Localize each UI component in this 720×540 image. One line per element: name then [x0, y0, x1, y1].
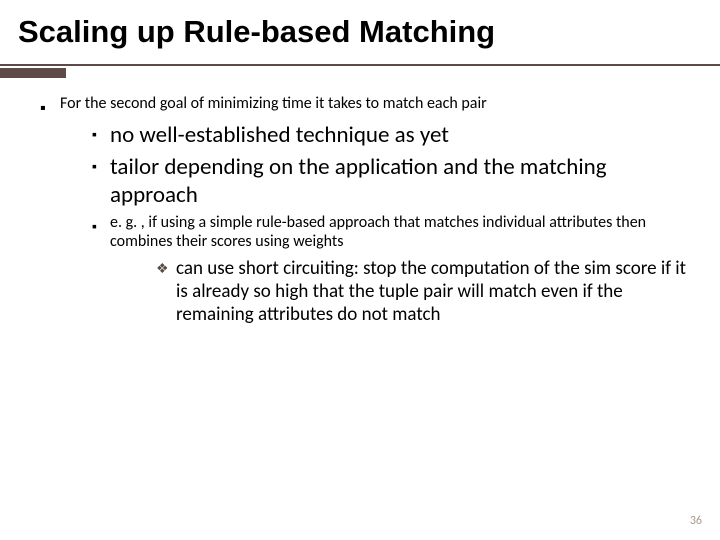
square-bullet-icon: ▪: [40, 94, 60, 334]
list-item-text: e. g. , if using a simple rule-based app…: [110, 213, 646, 251]
diamond-bullet-icon: ❖: [156, 257, 176, 326]
square-bullet-icon: ▪: [92, 121, 110, 149]
list-item: ❖ can use short circuiting: stop the com…: [156, 257, 690, 326]
level2-list: ▪ no well-established technique as yet ▪…: [60, 121, 690, 330]
list-item: ▪ no well-established technique as yet: [92, 121, 690, 149]
level1-list: ▪ For the second goal of minimizing time…: [40, 94, 690, 334]
square-bullet-icon: ▪: [92, 153, 110, 209]
slide-title: Scaling up Rule-based Matching: [0, 0, 720, 58]
page-number: 36: [690, 514, 702, 528]
rule-accent: [0, 68, 66, 78]
content-area: ▪ For the second goal of minimizing time…: [0, 76, 720, 334]
rule-line: [0, 64, 720, 66]
slide: Scaling up Rule-based Matching ▪ For the…: [0, 0, 720, 540]
list-item: ▪ e. g. , if using a simple rule-based a…: [92, 213, 690, 330]
square-bullet-icon: ▪: [92, 213, 110, 330]
title-rule: [0, 58, 720, 76]
level3-list: ❖ can use short circuiting: stop the com…: [110, 257, 690, 326]
list-item: ▪ tailor depending on the application an…: [92, 153, 690, 209]
list-item-text: no well-established technique as yet: [110, 121, 449, 149]
list-item-text: For the second goal of minimizing time i…: [60, 94, 487, 113]
list-item: ▪ For the second goal of minimizing time…: [40, 94, 690, 334]
list-item-text: can use short circuiting: stop the compu…: [176, 257, 690, 326]
list-item-text: tailor depending on the application and …: [110, 153, 690, 209]
